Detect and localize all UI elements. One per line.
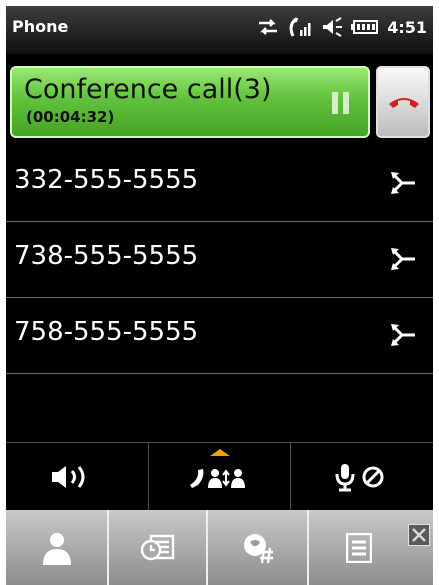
contacts-button[interactable] — [6, 510, 109, 585]
signal-icon — [289, 17, 311, 37]
speaker-button[interactable] — [6, 443, 149, 511]
call-controls — [6, 442, 433, 511]
contacts-icon — [42, 532, 71, 565]
end-call-button[interactable] — [376, 66, 430, 138]
status-icons: 4:51 — [257, 15, 427, 39]
participant-number: 758-555-5555 — [14, 317, 199, 347]
participant-row[interactable]: 758-555-5555 — [6, 298, 433, 374]
merge-calls-icon — [189, 469, 245, 488]
split-call-icon[interactable] — [391, 172, 417, 194]
participant-list: 332-555-5555 738-555-5555 758-555-5555 — [6, 146, 433, 374]
participant-number: 738-555-5555 — [14, 241, 199, 271]
participant-row[interactable]: 332-555-5555 — [6, 146, 433, 222]
phone-screen: Phone 4:51 Conference call(3) (00:04:32)… — [6, 6, 433, 585]
close-button[interactable] — [408, 524, 430, 546]
keypad-icon — [243, 533, 273, 563]
split-call-icon[interactable] — [391, 248, 417, 270]
keypad-button[interactable] — [208, 510, 309, 585]
volume-icon — [323, 17, 343, 37]
active-call-bar[interactable]: Conference call(3) (00:04:32) — [10, 66, 370, 138]
split-call-icon[interactable] — [391, 324, 417, 346]
battery-icon — [351, 20, 379, 34]
mute-button[interactable] — [291, 443, 433, 511]
close-icon — [412, 528, 426, 542]
participant-number: 332-555-5555 — [14, 165, 199, 195]
speaker-icon — [51, 466, 85, 488]
participant-row[interactable]: 738-555-5555 — [6, 222, 433, 298]
call-timer: (00:04:32) — [26, 108, 115, 126]
call-history-icon — [140, 534, 174, 560]
merge-calls-button[interactable] — [149, 443, 292, 511]
app-bar — [6, 510, 433, 585]
clock: 4:51 — [387, 17, 427, 37]
status-bar: Phone 4:51 — [6, 6, 433, 54]
data-sync-icon — [259, 19, 278, 35]
call-title: Conference call(3) — [24, 74, 272, 105]
menu-button[interactable] — [309, 510, 409, 585]
menu-icon — [346, 532, 372, 563]
mute-icon — [335, 464, 384, 492]
active-indicator — [209, 449, 230, 456]
call-history-button[interactable] — [109, 510, 208, 585]
app-title: Phone — [12, 17, 69, 36]
end-call-icon — [389, 98, 419, 108]
pause-icon[interactable] — [332, 92, 350, 114]
